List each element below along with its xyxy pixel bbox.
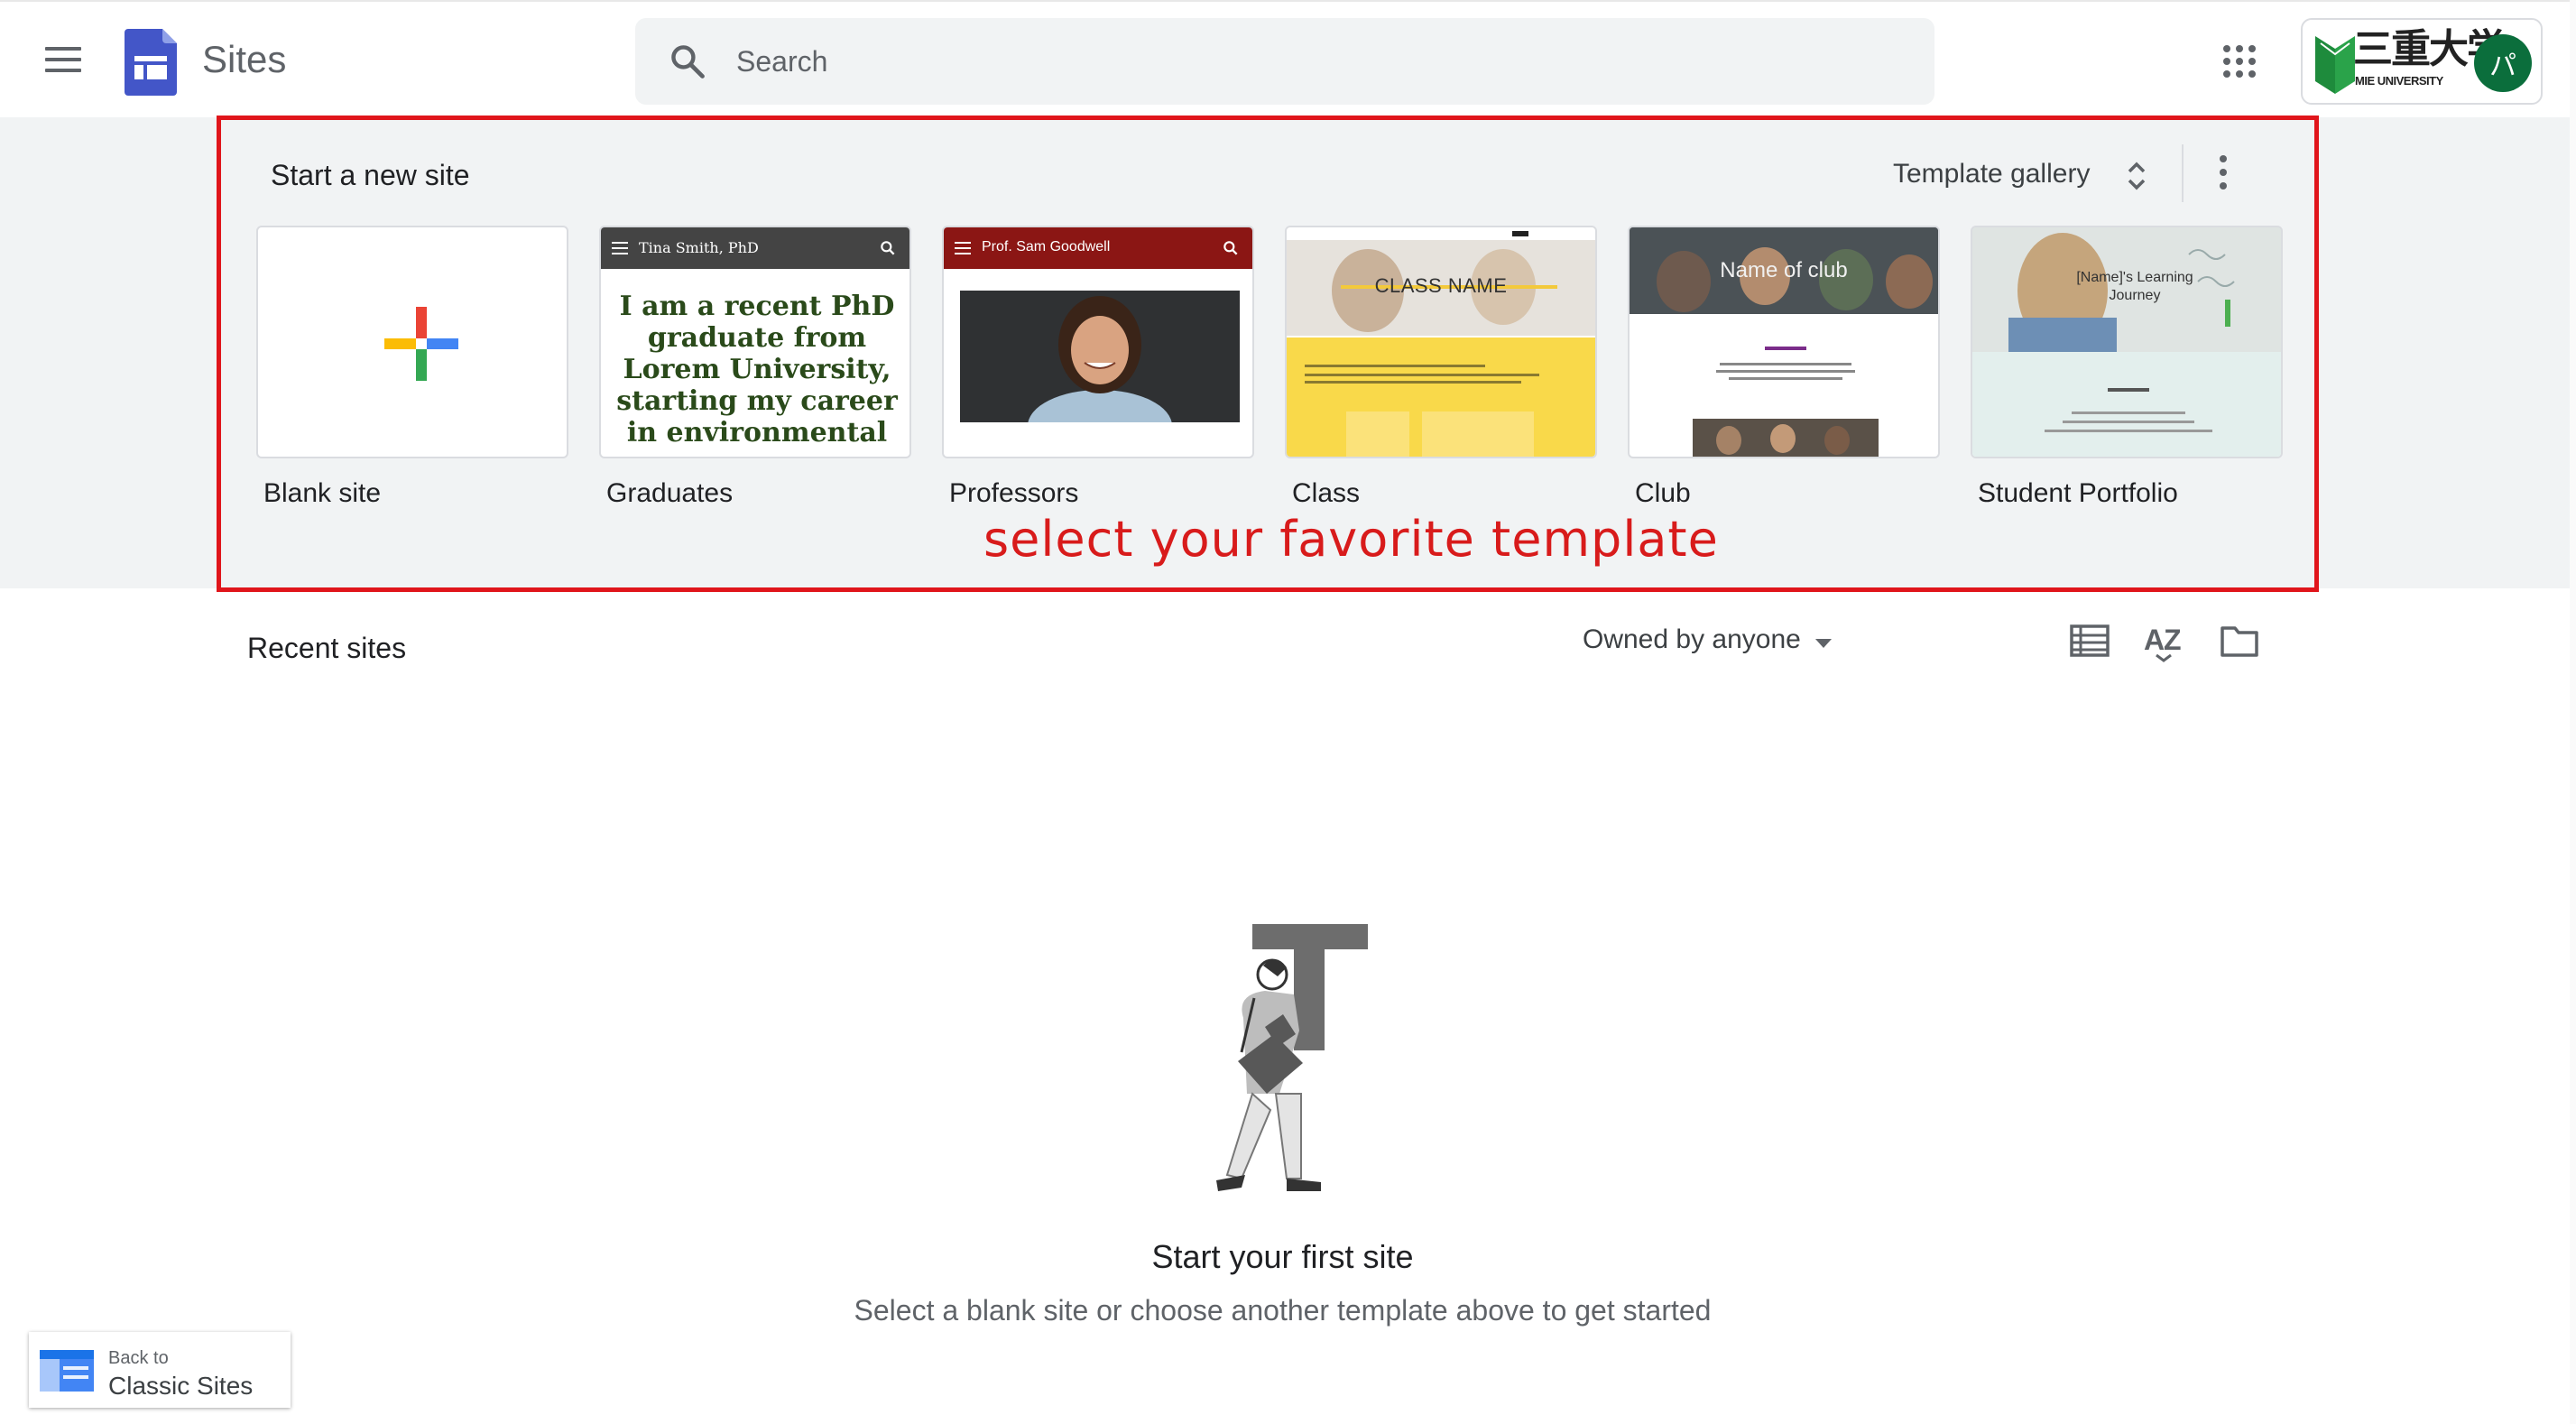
classic-sites-small-label: Back to: [108, 1348, 169, 1368]
template-label-student-portfolio: Student Portfolio: [1978, 478, 2178, 508]
menu-icon: [612, 242, 628, 254]
template-card-club[interactable]: Name of club: [1628, 226, 1940, 458]
template-label-graduates: Graduates: [606, 478, 734, 508]
template-gallery-button[interactable]: Template gallery: [1893, 153, 2164, 197]
organization-name: MIE UNIVERSITY: [2355, 74, 2443, 88]
empty-state-subtitle: Select a blank site or choose another te…: [854, 1294, 1712, 1327]
template-card-blank[interactable]: [256, 226, 568, 458]
class-content-block: [1287, 338, 1595, 457]
owner-filter-label: Owned by anyone: [1583, 624, 1801, 654]
search-icon: [1223, 241, 1238, 255]
hamburger-menu-icon[interactable]: [45, 47, 81, 74]
sort-az-icon[interactable]: A Z: [2144, 619, 2187, 662]
template-preview-body: I am a recent PhD graduate from Lorem Un…: [616, 291, 898, 448]
template-label-professors: Professors: [949, 478, 1079, 508]
classic-sites-label: Classic Sites: [108, 1372, 254, 1400]
account-switcher[interactable]: 三重大学 MIE UNIVERSITY パ: [2301, 18, 2543, 105]
list-view-icon[interactable]: [2070, 623, 2110, 659]
template-preview-header-text: Prof. Sam Goodwell: [982, 239, 1111, 254]
more-vert-icon[interactable]: [2212, 155, 2234, 195]
google-sites-logo-icon[interactable]: [125, 29, 177, 96]
colorful-plus-icon: [384, 307, 458, 381]
owner-filter-dropdown[interactable]: Owned by anyone: [1583, 624, 1832, 668]
svg-text:Z: Z: [2164, 624, 2182, 656]
google-apps-grid-icon[interactable]: [2223, 45, 2256, 78]
dropdown-caret-icon: [1815, 639, 1832, 648]
search-icon[interactable]: [668, 42, 707, 81]
template-card-class[interactable]: CLASS NAME: [1285, 226, 1597, 458]
template-preview-heading: Name of club: [1720, 258, 1848, 282]
club-content-preview: [1693, 347, 1879, 457]
avatar[interactable]: パ: [2474, 34, 2532, 92]
folder-icon[interactable]: [2220, 623, 2259, 659]
template-label-class: Class: [1292, 478, 1361, 508]
template-card-student-portfolio[interactable]: [Name]'s Learning Journey: [1971, 226, 2283, 458]
template-preview-header-text: Tina Smith, PhD: [639, 239, 759, 256]
template-preview-heading: CLASS NAME: [1374, 274, 1508, 297]
callout-annotation: select your favorite template: [983, 511, 1719, 568]
template-card-graduates[interactable]: Tina Smith, PhD I am a recent PhD gradua…: [599, 226, 911, 458]
classic-sites-icon: [40, 1350, 94, 1392]
template-label-blank: Blank site: [263, 478, 382, 508]
search-input[interactable]: [736, 42, 1819, 81]
svg-text:A: A: [2144, 624, 2165, 656]
page-edge: [2570, 0, 2576, 1424]
recent-sites-title: Recent sites: [247, 632, 407, 664]
professor-portrait-image: [960, 291, 1240, 422]
portfolio-about-block: [1972, 352, 2281, 457]
back-to-classic-sites-button[interactable]: Back to Classic Sites: [29, 1332, 291, 1408]
template-gallery-label: Template gallery: [1893, 159, 2091, 189]
template-preview-header: Tina Smith, PhD: [601, 227, 909, 269]
template-card-professors[interactable]: Prof. Sam Goodwell: [942, 226, 1254, 458]
template-preview-heading: [Name]'s Learning Journey: [2076, 270, 2193, 303]
template-preview-header: Prof. Sam Goodwell: [944, 227, 1252, 269]
section-title: Start a new site: [271, 159, 470, 191]
unfold-more-icon: [2128, 162, 2146, 190]
menu-icon: [955, 242, 971, 254]
app-header: Sites 三重大学 MIE UNIVERSITY パ: [0, 0, 2576, 117]
person-carrying-letter-t-illustration: [1216, 924, 1368, 1191]
app-title[interactable]: Sites: [202, 38, 286, 81]
empty-state-title: Start your first site: [1151, 1238, 1414, 1275]
search-icon: [881, 241, 895, 255]
template-label-club: Club: [1635, 478, 1691, 508]
toolbar-divider: [2182, 144, 2184, 202]
